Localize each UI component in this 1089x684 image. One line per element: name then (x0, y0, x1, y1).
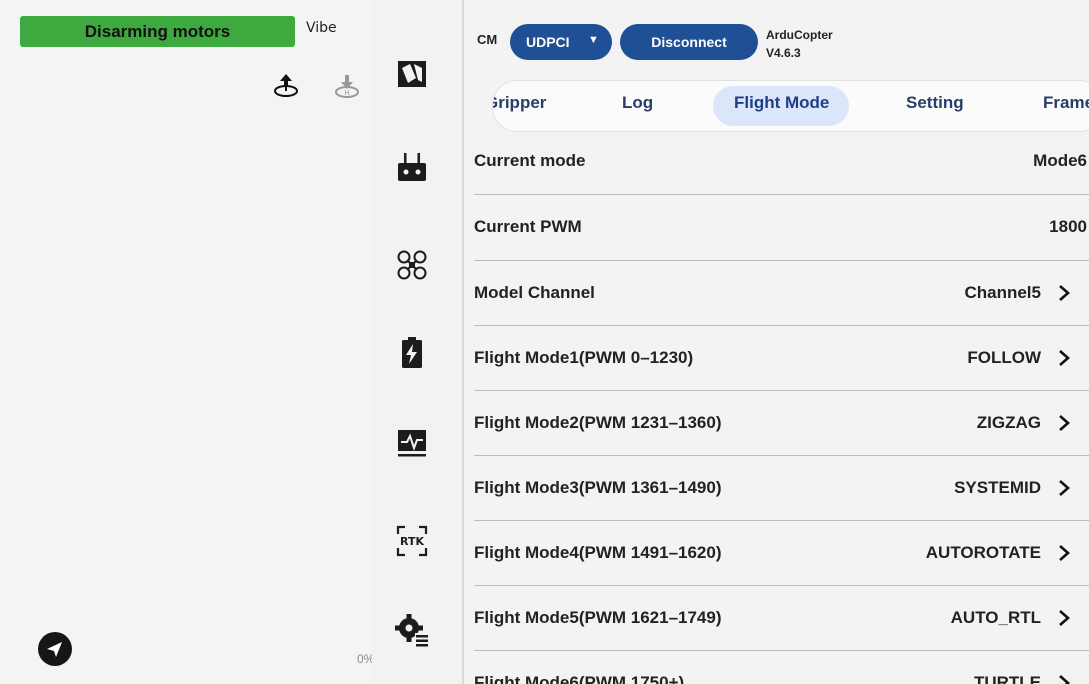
row-label: Flight Mode4(PWM 1491–1620) (474, 543, 722, 562)
paper-plane-icon (47, 642, 62, 657)
monitor-icon[interactable] (393, 424, 431, 462)
rtk-icon[interactable]: RTK (393, 522, 431, 560)
row-value: SYSTEMID (954, 478, 1041, 497)
chevron-right-icon (1059, 675, 1070, 684)
row-flight-mode-1[interactable]: Flight Mode1(PWM 0–1230) FOLLOW (464, 325, 1089, 391)
row-flight-mode-6[interactable]: Flight Mode6(PWM 1750+) TURTLE (464, 650, 1089, 684)
connection-bar: CM UDPCI ▼ Disconnect ArduCopter V4.6.3 (464, 20, 1089, 68)
chevron-right-icon (1059, 415, 1070, 431)
link-type-value: UDPCI (526, 34, 570, 50)
rtk-label: RTK (400, 535, 424, 548)
upload-mission-icon[interactable] (272, 70, 300, 102)
row-value: FOLLOW (967, 348, 1041, 367)
row-model-channel[interactable]: Model Channel Channel5 (464, 260, 1089, 326)
tab-frame[interactable]: Frame (1043, 93, 1089, 113)
row-value: TURTLE (973, 673, 1041, 684)
row-value: 1800 (1049, 217, 1087, 236)
cm-label: CM (477, 32, 498, 47)
row-flight-mode-5[interactable]: Flight Mode5(PWM 1621–1749) AUTO_RTL (464, 585, 1089, 651)
disconnect-button[interactable]: Disconnect (620, 24, 758, 60)
drone-frame-icon[interactable] (393, 246, 431, 284)
chevron-right-icon (1059, 545, 1070, 561)
tab-setting[interactable]: Setting (906, 93, 964, 113)
link-type-dropdown[interactable]: UDPCI ▼ (510, 24, 612, 60)
row-label: Flight Mode5(PWM 1621–1749) (474, 608, 722, 627)
map-panel[interactable]: Disarming motors Vibe H 0% (0, 0, 374, 684)
download-mission-icon[interactable]: H (333, 70, 361, 102)
firmware-name: ArduCopter (766, 28, 833, 42)
chevron-right-icon (1059, 285, 1070, 301)
row-current-pwm: Current PWM 1800 (464, 194, 1089, 260)
row-label: Current PWM (474, 217, 582, 236)
row-label: Model Channel (474, 283, 595, 302)
dropdown-caret-icon: ▼ (588, 34, 599, 46)
row-label: Current mode (474, 151, 586, 170)
row-current-mode: Current mode Mode6 (464, 128, 1089, 194)
row-value: AUTO_RTL (950, 608, 1041, 627)
flight-mode-panel: CM UDPCI ▼ Disconnect ArduCopter V4.6.3 … (464, 0, 1089, 684)
send-button[interactable] (38, 632, 72, 666)
row-label: Flight Mode6(PWM 1750+) (474, 673, 685, 684)
map-icon[interactable] (393, 56, 431, 94)
chevron-right-icon (1059, 480, 1070, 496)
tab-gripper[interactable]: Gripper (493, 93, 546, 113)
settings-tabbar: Gripper Log Flight Mode Setting Frame (492, 80, 1089, 132)
tab-log[interactable]: Log (622, 93, 653, 113)
row-value: AUTOROTATE (925, 543, 1041, 562)
remote-controller-icon[interactable] (393, 149, 431, 187)
battery-icon[interactable] (393, 334, 431, 372)
side-icon-rail: RTK (372, 0, 462, 684)
row-label: Flight Mode3(PWM 1361–1490) (474, 478, 722, 497)
row-flight-mode-2[interactable]: Flight Mode2(PWM 1231–1360) ZIGZAG (464, 390, 1089, 456)
row-flight-mode-4[interactable]: Flight Mode4(PWM 1491–1620) AUTOROTATE (464, 520, 1089, 586)
row-value: ZIGZAG (976, 413, 1041, 432)
svg-text:H: H (344, 89, 349, 97)
row-value: Mode6 (1033, 151, 1087, 170)
chevron-right-icon (1059, 350, 1070, 366)
row-flight-mode-3[interactable]: Flight Mode3(PWM 1361–1490) SYSTEMID (464, 455, 1089, 521)
tab-flight-mode[interactable]: Flight Mode (734, 93, 829, 113)
row-value: Channel5 (964, 283, 1041, 302)
vibe-label[interactable]: Vibe (306, 20, 337, 36)
firmware-version: V4.6.3 (766, 46, 801, 60)
chevron-right-icon (1059, 610, 1070, 626)
settings-icon[interactable] (393, 611, 431, 649)
row-label: Flight Mode1(PWM 0–1230) (474, 348, 694, 367)
row-label: Flight Mode2(PWM 1231–1360) (474, 413, 722, 432)
arming-status-bar: Disarming motors (20, 16, 295, 47)
